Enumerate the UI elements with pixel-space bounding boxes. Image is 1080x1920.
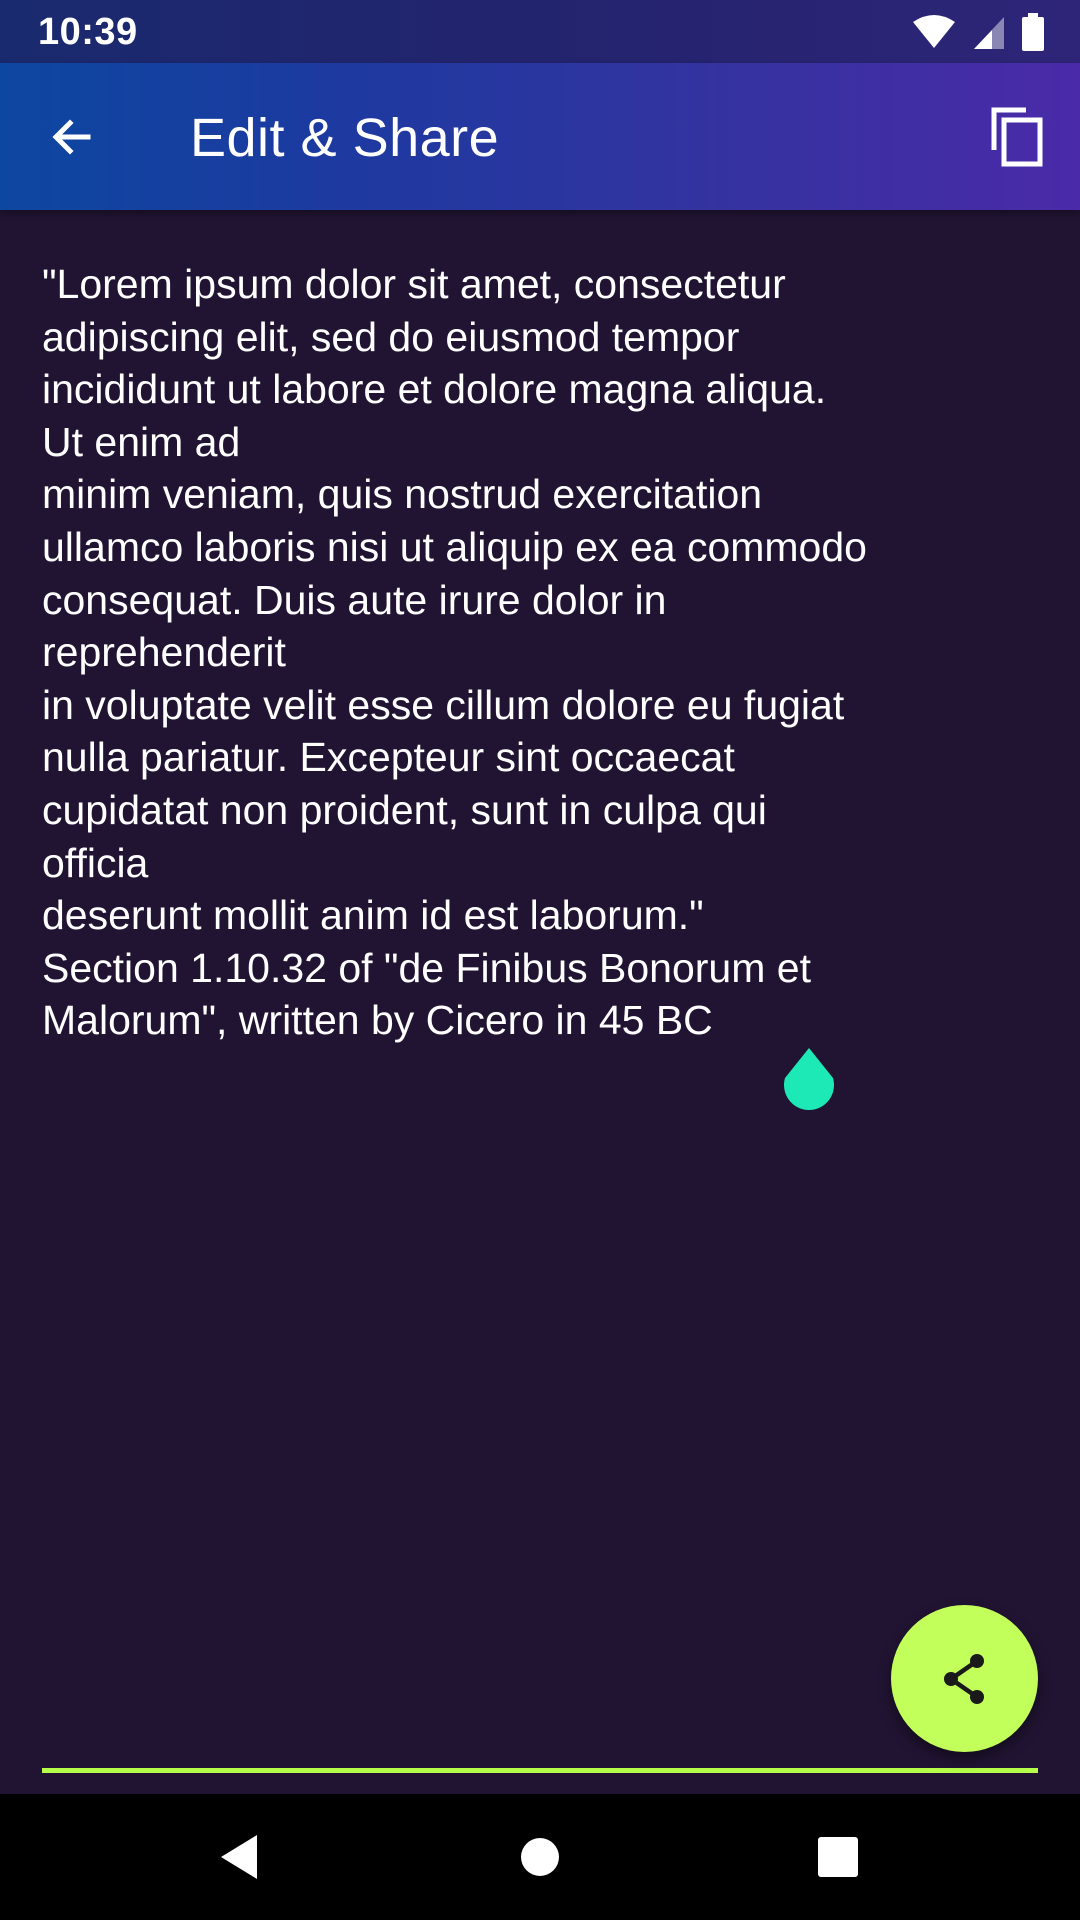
wifi-icon bbox=[913, 15, 955, 48]
share-icon bbox=[943, 1653, 984, 1704]
page-title: Edit & Share bbox=[190, 108, 500, 168]
status-icons bbox=[912, 12, 1044, 52]
navigation-bar bbox=[0, 1794, 1080, 1920]
copy-button[interactable] bbox=[978, 99, 1054, 175]
nav-recents-button[interactable] bbox=[803, 1822, 873, 1892]
nav-home-icon bbox=[521, 1838, 559, 1876]
battery-icon bbox=[1022, 13, 1044, 51]
share-button[interactable] bbox=[891, 1605, 1038, 1752]
nav-back-icon bbox=[221, 1835, 257, 1879]
nav-back-button[interactable] bbox=[204, 1822, 274, 1892]
nav-recents-icon bbox=[818, 1837, 858, 1877]
back-button[interactable] bbox=[36, 101, 108, 173]
status-bar: 10:39 bbox=[0, 0, 1080, 63]
text-editor[interactable]: "Lorem ipsum dolor sit amet, consectetur… bbox=[42, 258, 1038, 1047]
content-copy-icon bbox=[991, 107, 1043, 167]
arrow-back-icon bbox=[52, 119, 91, 155]
screen: 10:39 Edit & Share "Lorem ipsum dolor si… bbox=[0, 0, 1080, 1920]
nav-home-button[interactable] bbox=[505, 1822, 575, 1892]
app-bar: Edit & Share bbox=[0, 63, 1080, 210]
editor-underline bbox=[42, 1768, 1038, 1773]
cell-signal-icon bbox=[974, 17, 1004, 49]
status-time: 10:39 bbox=[38, 11, 138, 53]
text-cursor-handle[interactable] bbox=[780, 1048, 838, 1116]
